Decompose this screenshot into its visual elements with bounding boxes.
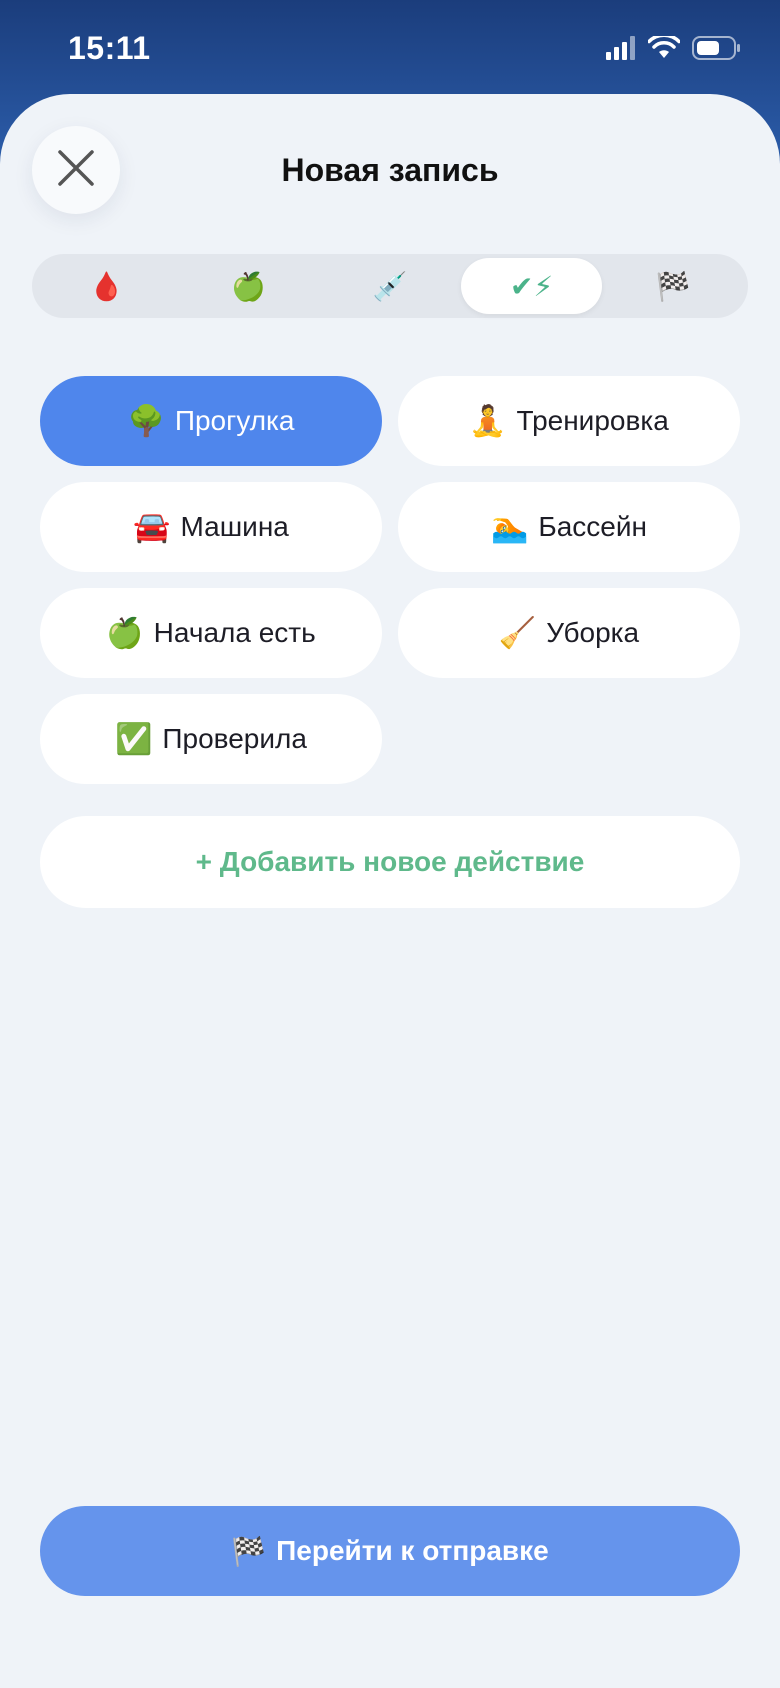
new-entry-sheet: Новая запись 🩸 🍏 💉 ✔⚡ 🏁 🌳 Прогулка 🧘 Тре… bbox=[0, 94, 780, 1688]
action-label: Бассейн bbox=[538, 511, 647, 542]
tab-finish[interactable]: 🏁 bbox=[602, 258, 744, 314]
action-label: Уборка bbox=[546, 617, 640, 648]
wifi-icon bbox=[647, 33, 681, 65]
action-cleaning[interactable]: 🧹 Уборка bbox=[398, 588, 740, 678]
apple-icon: 🍏 bbox=[230, 270, 266, 302]
tab-food[interactable]: 🍏 bbox=[178, 258, 320, 314]
signal-icon bbox=[606, 36, 636, 65]
action-walk[interactable]: 🌳 Прогулка bbox=[40, 376, 382, 466]
status-icons bbox=[606, 33, 742, 65]
action-checked[interactable]: ✅ Проверила bbox=[40, 694, 382, 784]
action-label: Прогулка bbox=[174, 405, 295, 436]
broom-icon: 🧹 bbox=[498, 616, 537, 650]
tab-blood[interactable]: 🩸 bbox=[36, 258, 178, 314]
status-bar: 15:11 bbox=[0, 0, 780, 96]
checkered-flag-icon: 🏁 bbox=[231, 1535, 267, 1567]
category-tabs: 🩸 🍏 💉 ✔⚡ 🏁 bbox=[32, 254, 748, 318]
action-started-eating[interactable]: 🍏 Начала есть bbox=[40, 588, 382, 678]
action-label: Тренировка bbox=[516, 405, 669, 436]
battery-icon bbox=[692, 36, 742, 65]
swimmer-icon: 🏊 bbox=[491, 510, 529, 544]
tab-insulin[interactable]: 💉 bbox=[319, 258, 461, 314]
check-mark-icon: ✅ bbox=[115, 722, 153, 756]
action-label: Проверила bbox=[162, 723, 307, 754]
action-label: Машина bbox=[180, 511, 289, 542]
apple-icon: 🍏 bbox=[106, 616, 144, 650]
status-time: 15:11 bbox=[68, 30, 151, 66]
check-lightning-icon: ✔⚡ bbox=[510, 270, 554, 302]
syringe-icon: 💉 bbox=[372, 270, 408, 302]
action-workout[interactable]: 🧘 Тренировка bbox=[398, 376, 740, 466]
action-label: Начала есть bbox=[153, 617, 316, 648]
car-icon: 🚘 bbox=[133, 510, 171, 544]
page-title: Новая запись bbox=[281, 152, 499, 188]
action-car[interactable]: 🚘 Машина bbox=[40, 482, 382, 572]
tree-icon: 🌳 bbox=[127, 404, 165, 438]
action-pool[interactable]: 🏊 Бассейн bbox=[398, 482, 740, 572]
submit-label: Перейти к отправке bbox=[276, 1535, 549, 1566]
yoga-icon: 🧘 bbox=[469, 404, 507, 438]
tab-activity[interactable]: ✔⚡ bbox=[460, 258, 603, 314]
blood-drop-icon: 🩸 bbox=[89, 270, 125, 302]
checkered-flag-icon: 🏁 bbox=[655, 270, 691, 302]
go-to-submit-button[interactable]: 🏁 Перейти к отправке bbox=[40, 1506, 740, 1596]
add-new-action-button[interactable]: + Добавить новое действие bbox=[40, 816, 740, 908]
